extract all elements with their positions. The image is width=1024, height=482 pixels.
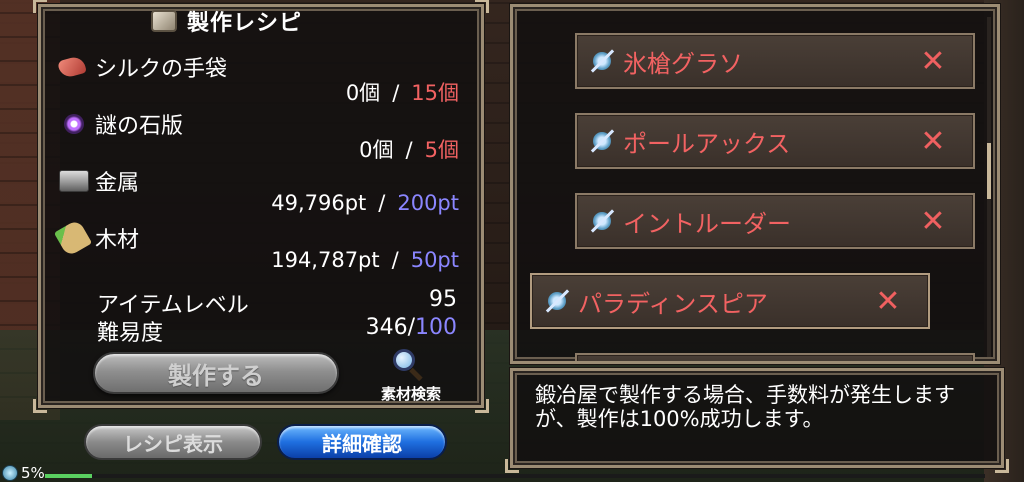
list-item-partial[interactable] xyxy=(575,353,975,361)
list-item[interactable]: イントルーダー ✕ xyxy=(575,193,975,249)
spear-icon xyxy=(589,208,615,234)
material-row-mystery-tablet: 謎の石版 0個 / 5個 xyxy=(59,108,459,164)
material-name: 謎の石版 xyxy=(95,114,184,139)
material-need: 5個 xyxy=(424,138,459,162)
material-count: 0個 / 15個 xyxy=(346,77,459,107)
recipe-title-bar: 製作レシピ xyxy=(151,7,303,36)
material-need: 50pt xyxy=(410,248,459,272)
message-text: 鍛冶屋で製作する場合、手数料が発生しますが、製作は100%成功します。 xyxy=(535,383,955,431)
material-name-wrap: シルクの手袋 xyxy=(57,51,228,83)
count-separator: / xyxy=(378,191,386,215)
material-name: 木材 xyxy=(95,228,140,253)
exp-bar-fill xyxy=(45,474,92,478)
panel-corner-ornament xyxy=(33,0,47,13)
craft-button[interactable]: 製作する xyxy=(93,352,339,394)
item-name: イントルーダー xyxy=(623,209,791,238)
difficulty-row: 難易度 346/100 xyxy=(97,315,457,347)
material-have: 0個 xyxy=(359,138,394,162)
panel-corner-ornament xyxy=(991,7,997,13)
difficulty-max: 100 xyxy=(415,315,457,340)
material-search-label: 素材検索 xyxy=(380,385,441,403)
spear-icon xyxy=(544,288,570,314)
exp-orb-icon xyxy=(2,465,18,481)
material-name-wrap: 木材 xyxy=(53,218,140,258)
craftable-item-list: 氷槍グラソ ✕ ポールアックス ✕ イントルーダー ✕ パラディンスピア ✕ xyxy=(510,4,1000,364)
material-row-lumber: 木材 194,787pt / 50pt xyxy=(53,218,459,278)
panel-corner-ornament xyxy=(505,459,519,473)
panel-corner-ornament xyxy=(475,0,489,13)
detail-check-button[interactable]: 詳細確認 xyxy=(277,424,447,460)
recipe-display-button[interactable]: レシピ表示 xyxy=(84,424,262,460)
material-have: 49,796pt xyxy=(271,191,367,215)
difficulty-value-wrap: 346/100 xyxy=(366,315,457,347)
recipe-book-icon xyxy=(151,10,177,32)
list-item[interactable]: 氷槍グラソ ✕ xyxy=(575,33,975,89)
recipe-title: 製作レシピ xyxy=(187,11,303,36)
mystery-tablet-icon xyxy=(59,110,89,138)
exp-percent: 5% xyxy=(21,464,45,482)
count-separator: / xyxy=(391,248,399,272)
exp-indicator: 5% xyxy=(2,464,45,482)
count-separator: / xyxy=(392,81,400,105)
metal-ingot-icon xyxy=(59,167,89,195)
lumber-icon xyxy=(53,218,93,258)
silk-glove-icon xyxy=(57,53,89,81)
list-item[interactable]: ポールアックス ✕ xyxy=(575,113,975,169)
item-name: ポールアックス xyxy=(623,129,791,158)
unavailable-x-icon: ✕ xyxy=(920,123,946,159)
material-need: 200pt xyxy=(397,191,459,215)
material-name-wrap: 金属 xyxy=(59,165,139,197)
material-name-wrap: 謎の石版 xyxy=(59,108,183,140)
panel-corner-ornament xyxy=(475,399,489,413)
material-count: 49,796pt / 200pt xyxy=(271,191,459,215)
spear-icon xyxy=(589,128,615,154)
panel-corner-ornament xyxy=(995,459,1009,473)
panel-corner-ornament xyxy=(33,399,47,413)
item-name: 氷槍グラソ xyxy=(623,49,743,78)
exp-bar xyxy=(45,474,985,478)
recipe-panel: 製作レシピ シルクの手袋 0個 / 15個 謎の石版 0個 / 5個 金属 49,796… xyxy=(33,0,489,413)
material-name: 金属 xyxy=(95,171,140,196)
spear-icon xyxy=(589,48,615,74)
material-need: 15個 xyxy=(411,81,459,105)
unavailable-x-icon: ✕ xyxy=(920,203,946,239)
unavailable-x-icon: ✕ xyxy=(920,43,946,79)
magnifier-icon xyxy=(393,349,423,382)
unavailable-x-icon: ✕ xyxy=(875,283,901,319)
material-have: 194,787pt xyxy=(271,248,380,272)
material-row-metal: 金属 49,796pt / 200pt xyxy=(59,165,459,221)
material-count: 194,787pt / 50pt xyxy=(271,248,459,272)
count-separator: / xyxy=(405,138,413,162)
list-item-selected[interactable]: パラディンスピア ✕ xyxy=(530,273,930,329)
material-name: シルクの手袋 xyxy=(95,57,228,82)
material-have: 0個 xyxy=(345,81,381,105)
message-panel: 鍛冶屋で製作する場合、手数料が発生しますが、製作は100%成功します。 xyxy=(505,368,1009,473)
material-row-silk-glove: シルクの手袋 0個 / 15個 xyxy=(57,51,459,107)
material-count: 0個 / 5個 xyxy=(359,134,459,164)
list-scrollbar[interactable] xyxy=(987,17,991,357)
scroll-thumb[interactable] xyxy=(987,143,991,199)
item-name: パラディンスピア xyxy=(578,289,768,318)
difficulty-value: 346/ xyxy=(365,315,415,340)
material-search-button[interactable]: 素材検索 xyxy=(371,347,451,407)
difficulty-label: 難易度 xyxy=(97,321,164,346)
